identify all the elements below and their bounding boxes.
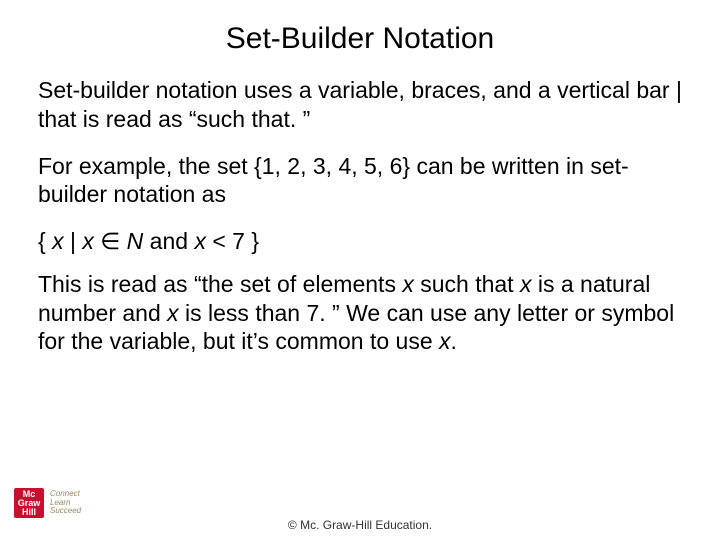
element-of-symbol: ∈ [94,228,127,254]
paragraph-explanation: This is read as “the set of elements x s… [38,270,682,356]
text-a: This is read as “the set of elements [38,271,402,297]
var-x-1: x [52,228,64,254]
var-x-c: x [167,300,179,326]
vertical-bar: | [64,228,83,254]
text-c: such that [414,271,520,297]
slide-body: Set-builder notation uses a variable, br… [0,76,720,356]
slide: Set-Builder Notation Set-builder notatio… [0,0,720,540]
lt-close: < 7 } [206,228,259,254]
logo-line3: Hill [22,508,36,517]
brace-open: { [38,228,52,254]
text-i: . [451,328,457,354]
and-text: and [143,228,194,254]
copyright-text: © Mc. Graw-Hill Education. [0,518,720,532]
slide-title: Set-Builder Notation [0,0,720,66]
set-N: N [127,228,144,254]
set-builder-formula: { x | x ∈ N and x < 7 } [38,227,682,256]
var-x-2: x [82,228,94,254]
paragraph-intro: Set-builder notation uses a variable, br… [38,76,682,134]
var-x-3: x [194,228,206,254]
var-x-d: x [439,328,451,354]
publisher-logo: Mc Graw Hill Connect Learn Succeed [14,488,81,518]
logo-tagline: Connect Learn Succeed [50,490,81,515]
var-x-b: x [520,271,532,297]
logo-mark: Mc Graw Hill [14,488,44,518]
var-x-a: x [402,271,414,297]
tag-succeed: Succeed [50,507,81,515]
paragraph-example-lead: For example, the set {1, 2, 3, 4, 5, 6} … [38,152,682,210]
